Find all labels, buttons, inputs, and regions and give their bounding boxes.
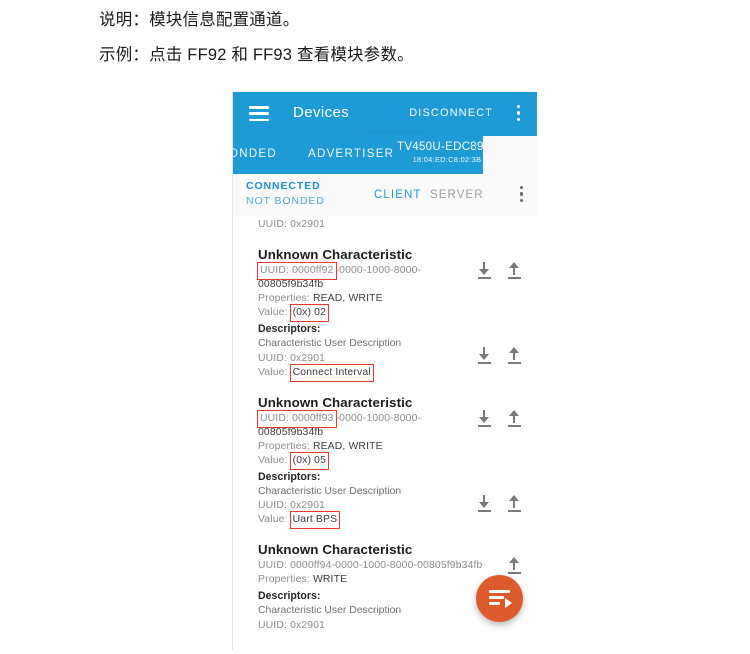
selected-tab-notch xyxy=(483,136,537,174)
log-play-icon xyxy=(489,590,510,593)
log-play-fab[interactable] xyxy=(476,575,523,622)
descriptor-value: Connect Interval xyxy=(292,366,371,378)
download-icon[interactable] xyxy=(477,494,492,512)
characteristic-uuid-rest: -0000-1000-8000- xyxy=(335,412,422,424)
characteristic-uuid-wrap: 00805f9b34fb xyxy=(258,279,324,290)
characteristic-action-icons xyxy=(459,262,529,280)
app-screenshot: Be-Star 信港达 Devices DISCONNECT BONDED AD… xyxy=(232,92,537,654)
properties-label: Properties: xyxy=(258,293,313,304)
document-text-block: 说明：模块信息配置通道。 示例：点击 FF92 和 FF93 查看模块参数。 xyxy=(99,8,659,77)
kebab-menu-icon[interactable] xyxy=(517,105,521,123)
annotation-box-descriptor-value: Uart BPS xyxy=(289,511,340,529)
upload-icon[interactable] xyxy=(507,409,522,427)
annotation-box-uuid: UUID: 0000ff93 xyxy=(257,409,337,428)
upload-icon[interactable] xyxy=(507,557,522,574)
characteristic-properties: READ, WRITE xyxy=(312,293,383,304)
annotation-box-descriptor-value: Connect Interval xyxy=(289,363,374,382)
upload-icon[interactable] xyxy=(507,347,522,364)
descriptor-value: Uart BPS xyxy=(292,514,338,525)
doc-line-example: 示例：点击 FF92 和 FF93 查看模块参数。 xyxy=(99,45,414,64)
characteristic-uuid-highlight: UUID: 0000ff92 xyxy=(260,265,334,276)
device-mac-address: 18:04:ED:C8:02:3B xyxy=(412,155,482,164)
annotation-box-value: (0x) 02 xyxy=(289,304,330,322)
table-row[interactable]: Unknown Characteristic UUID: 0000ff93 -00… xyxy=(232,394,537,529)
list-item[interactable]: UUID: 0x2901 xyxy=(232,216,537,232)
tab-server[interactable]: SERVER xyxy=(430,189,484,201)
download-icon[interactable] xyxy=(477,409,492,427)
left-edge-sliver xyxy=(232,92,233,654)
descriptors-heading: Descriptors: xyxy=(258,323,321,335)
characteristic-title: Unknown Characteristic xyxy=(258,247,413,262)
characteristic-properties: WRITE xyxy=(312,574,348,585)
app-bar: Devices DISCONNECT xyxy=(232,92,537,136)
table-row[interactable]: Unknown Characteristic UUID: 0000ff92 -00… xyxy=(232,246,537,382)
screenshot-bottom-edge xyxy=(232,650,537,654)
characteristic-action-icons xyxy=(459,557,529,575)
device-name: TV450U-EDC8923B xyxy=(397,141,506,153)
characteristic-title: Unknown Characteristic xyxy=(258,542,413,557)
characteristic-properties: READ, WRITE xyxy=(312,440,383,452)
doc-line-description: 说明：模块信息配置通道。 xyxy=(99,11,300,29)
properties-label: Properties: xyxy=(258,440,313,452)
annotation-box-uuid: UUID: 0000ff92 xyxy=(257,262,337,280)
bond-state-label: NOT BONDED xyxy=(246,195,325,207)
characteristic-action-icons xyxy=(459,409,529,428)
descriptor-action-icons xyxy=(459,494,529,513)
download-icon[interactable] xyxy=(477,262,492,279)
hamburger-icon[interactable] xyxy=(249,106,269,122)
tab-advertiser[interactable]: ADVERTISER xyxy=(308,148,394,160)
value-label: Value: xyxy=(258,514,291,525)
value-label: Value: xyxy=(258,307,291,318)
app-bar-title: Devices xyxy=(293,104,350,121)
characteristic-value: (0x) 02 xyxy=(292,307,327,318)
tab-client[interactable]: CLIENT xyxy=(374,189,422,201)
characteristic-uuid-highlight: UUID: 0000ff93 xyxy=(260,412,334,424)
characteristic-uuid-wrap: 00805f9b34fb xyxy=(258,426,324,438)
connection-state-label: CONNECTED xyxy=(246,180,321,192)
connection-status-bar: CONNECTED NOT BONDED CLIENT SERVER xyxy=(232,174,537,216)
characteristic-uuid-rest: -0000-1000-8000- xyxy=(335,265,422,276)
descriptors-heading: Descriptors: xyxy=(258,470,321,483)
download-icon[interactable] xyxy=(477,347,492,364)
tab-device[interactable]: TV450U-EDC8923B 18:04:ED:C8:02:3B xyxy=(397,140,506,170)
characteristic-value: (0x) 05 xyxy=(292,454,327,466)
upload-icon[interactable] xyxy=(507,262,522,279)
characteristic-title: Unknown Characteristic xyxy=(258,394,413,410)
value-label: Value: xyxy=(258,454,291,466)
properties-label: Properties: xyxy=(258,574,313,585)
annotation-box-value: (0x) 05 xyxy=(289,451,330,470)
value-label: Value: xyxy=(258,366,291,378)
tab-bonded[interactable]: BONDED xyxy=(232,148,277,160)
upload-icon[interactable] xyxy=(507,494,522,512)
disconnect-button[interactable]: DISCONNECT xyxy=(409,107,493,119)
descriptor-uuid: UUID: 0x2901 xyxy=(258,219,326,230)
descriptor-action-icons xyxy=(459,347,529,365)
kebab-menu-icon[interactable] xyxy=(520,186,524,204)
tab-indicator xyxy=(364,131,424,134)
